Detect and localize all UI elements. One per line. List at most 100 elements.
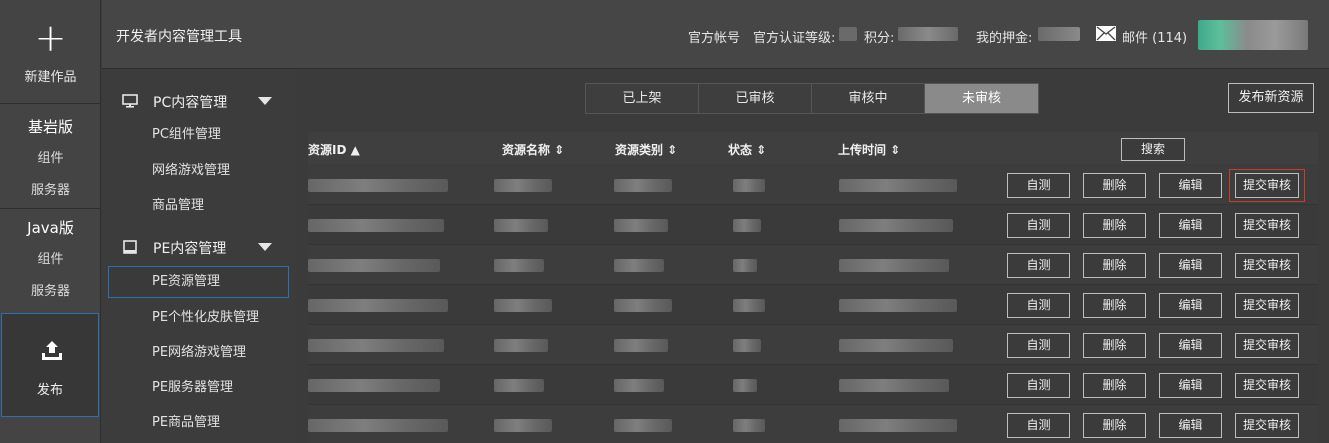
pe-content-title: PE内容管理 [153, 241, 227, 257]
delete-button[interactable]: 删除 [1083, 373, 1146, 398]
nav-pc-components[interactable]: PC组件管理 [108, 119, 289, 151]
mail-icon[interactable] [1096, 26, 1116, 41]
resource-type-cell [614, 299, 672, 312]
edit-button[interactable]: 编辑 [1159, 293, 1222, 318]
java-components-link[interactable]: 组件 [0, 244, 101, 276]
java-servers-link[interactable]: 服务器 [0, 276, 101, 308]
new-work-label: 新建作品 [24, 70, 77, 85]
delete-button[interactable]: 删除 [1083, 213, 1146, 238]
table-row: 自测 删除 编辑 提交审核 [308, 285, 1318, 325]
edit-button[interactable]: 编辑 [1159, 253, 1222, 278]
column-status[interactable]: 状态 ⇕ [728, 141, 766, 158]
cert-level-label: 官方认证等级: [753, 31, 836, 46]
app-title: 开发者内容管理工具 [116, 29, 242, 45]
self-test-button[interactable]: 自测 [1007, 413, 1070, 438]
delete-button[interactable]: 删除 [1083, 253, 1146, 278]
delete-button[interactable]: 删除 [1083, 413, 1146, 438]
tab-unreviewed[interactable]: 未审核 [925, 84, 1038, 113]
resource-name-cell [494, 259, 544, 272]
bedrock-servers-link[interactable]: 服务器 [0, 175, 101, 207]
status-cell [733, 339, 761, 352]
edit-button[interactable]: 编辑 [1159, 373, 1222, 398]
delete-button[interactable]: 删除 [1083, 173, 1146, 198]
submit-review-button[interactable]: 提交审核 [1235, 413, 1299, 438]
points-label: 积分: [864, 31, 895, 46]
submit-review-button[interactable]: 提交审核 [1235, 253, 1299, 278]
content-nav: PC内容管理 PC组件管理 网络游戏管理 商品管理 PE内容管理 PE资源管理 … [102, 70, 296, 443]
nav-pe-skins[interactable]: PE个性化皮肤管理 [108, 302, 289, 334]
self-test-button[interactable]: 自测 [1007, 253, 1070, 278]
deposit-label: 我的押金: [976, 31, 1033, 46]
status-cell [733, 379, 757, 392]
top-bar: 开发者内容管理工具 官方帐号 官方认证等级: 积分: 我的押金: 邮件 (114… [102, 0, 1329, 69]
nav-goods[interactable]: 商品管理 [108, 190, 289, 222]
cert-level-value [839, 27, 857, 41]
column-resource-type[interactable]: 资源类别 ⇕ [615, 141, 677, 158]
edit-button[interactable]: 编辑 [1159, 333, 1222, 358]
new-work-button[interactable]: + 新建作品 [0, 0, 101, 104]
deposit-value [1038, 27, 1080, 41]
points-value [898, 27, 958, 41]
self-test-button[interactable]: 自测 [1007, 293, 1070, 318]
nav-network-games[interactable]: 网络游戏管理 [108, 155, 289, 187]
bedrock-title: 基岩版 [27, 118, 73, 136]
resource-type-cell [614, 379, 664, 392]
upload-icon [42, 341, 62, 360]
pc-content-group[interactable]: PC内容管理 [102, 85, 296, 117]
resource-name-cell [494, 419, 552, 432]
pe-content-group[interactable]: PE内容管理 [102, 231, 296, 263]
tab-reviewed[interactable]: 已审核 [699, 84, 812, 113]
self-test-button[interactable]: 自测 [1007, 213, 1070, 238]
tab-listed[interactable]: 已上架 [586, 84, 699, 113]
official-account-link[interactable]: 官方帐号 [688, 27, 740, 46]
upload-time-cell [839, 179, 957, 192]
resource-id-cell [308, 219, 444, 232]
resource-id-cell [308, 379, 440, 392]
edit-button[interactable]: 编辑 [1159, 173, 1222, 198]
publish-button[interactable]: 发布 [1, 313, 99, 417]
column-resource-id[interactable]: 资源ID ▲ [308, 141, 360, 158]
upload-time-cell [839, 259, 949, 272]
resource-type-cell [614, 179, 672, 192]
resource-id-cell [308, 259, 440, 272]
table-row: 自测 删除 编辑 提交审核 [308, 245, 1318, 285]
edit-button[interactable]: 编辑 [1159, 213, 1222, 238]
self-test-button[interactable]: 自测 [1007, 333, 1070, 358]
resource-type-cell [614, 259, 664, 272]
plus-icon: + [34, 16, 67, 60]
status-cell [733, 259, 757, 272]
status-cell [733, 219, 761, 232]
upload-time-cell [839, 339, 953, 352]
user-profile[interactable] [1198, 20, 1308, 50]
search-button[interactable]: 搜索 [1121, 138, 1185, 161]
publish-new-resource-button[interactable]: 发布新资源 [1228, 83, 1314, 113]
upload-time-cell [839, 379, 949, 392]
self-test-button[interactable]: 自测 [1007, 173, 1070, 198]
tab-in-review[interactable]: 审核中 [812, 84, 925, 113]
table-row: 自测 删除 编辑 提交审核 [308, 325, 1318, 365]
chevron-down-icon [258, 97, 272, 105]
bedrock-components-link[interactable]: 组件 [0, 143, 101, 175]
column-resource-name[interactable]: 资源名称 ⇕ [502, 141, 564, 158]
status-cell [733, 299, 765, 312]
delete-button[interactable]: 删除 [1083, 293, 1146, 318]
publish-label: 发布 [36, 383, 63, 398]
nav-pe-servers[interactable]: PE服务器管理 [108, 372, 289, 404]
submit-review-button[interactable]: 提交审核 [1235, 373, 1299, 398]
submit-review-button[interactable]: 提交审核 [1235, 213, 1299, 238]
submit-review-button[interactable]: 提交审核 [1235, 333, 1299, 358]
nav-pe-network-games[interactable]: PE网络游戏管理 [108, 337, 289, 369]
main-content: 已上架 已审核 审核中 未审核 发布新资源 资源ID ▲ 资源名称 ⇕ 资源类别… [296, 70, 1329, 443]
nav-pe-resources[interactable]: PE资源管理 [108, 266, 289, 298]
resource-name-cell [494, 179, 552, 192]
nav-pe-goods[interactable]: PE商品管理 [108, 407, 289, 439]
submit-review-button[interactable]: 提交审核 [1235, 293, 1299, 318]
edit-button[interactable]: 编辑 [1159, 413, 1222, 438]
self-test-button[interactable]: 自测 [1007, 373, 1070, 398]
resource-name-cell [494, 379, 544, 392]
delete-button[interactable]: 删除 [1083, 333, 1146, 358]
resource-id-cell [308, 179, 448, 192]
column-upload-time[interactable]: 上传时间 ⇕ [838, 141, 900, 158]
resource-type-cell [614, 339, 668, 352]
mail-link[interactable]: 邮件 (114) [1122, 27, 1187, 46]
